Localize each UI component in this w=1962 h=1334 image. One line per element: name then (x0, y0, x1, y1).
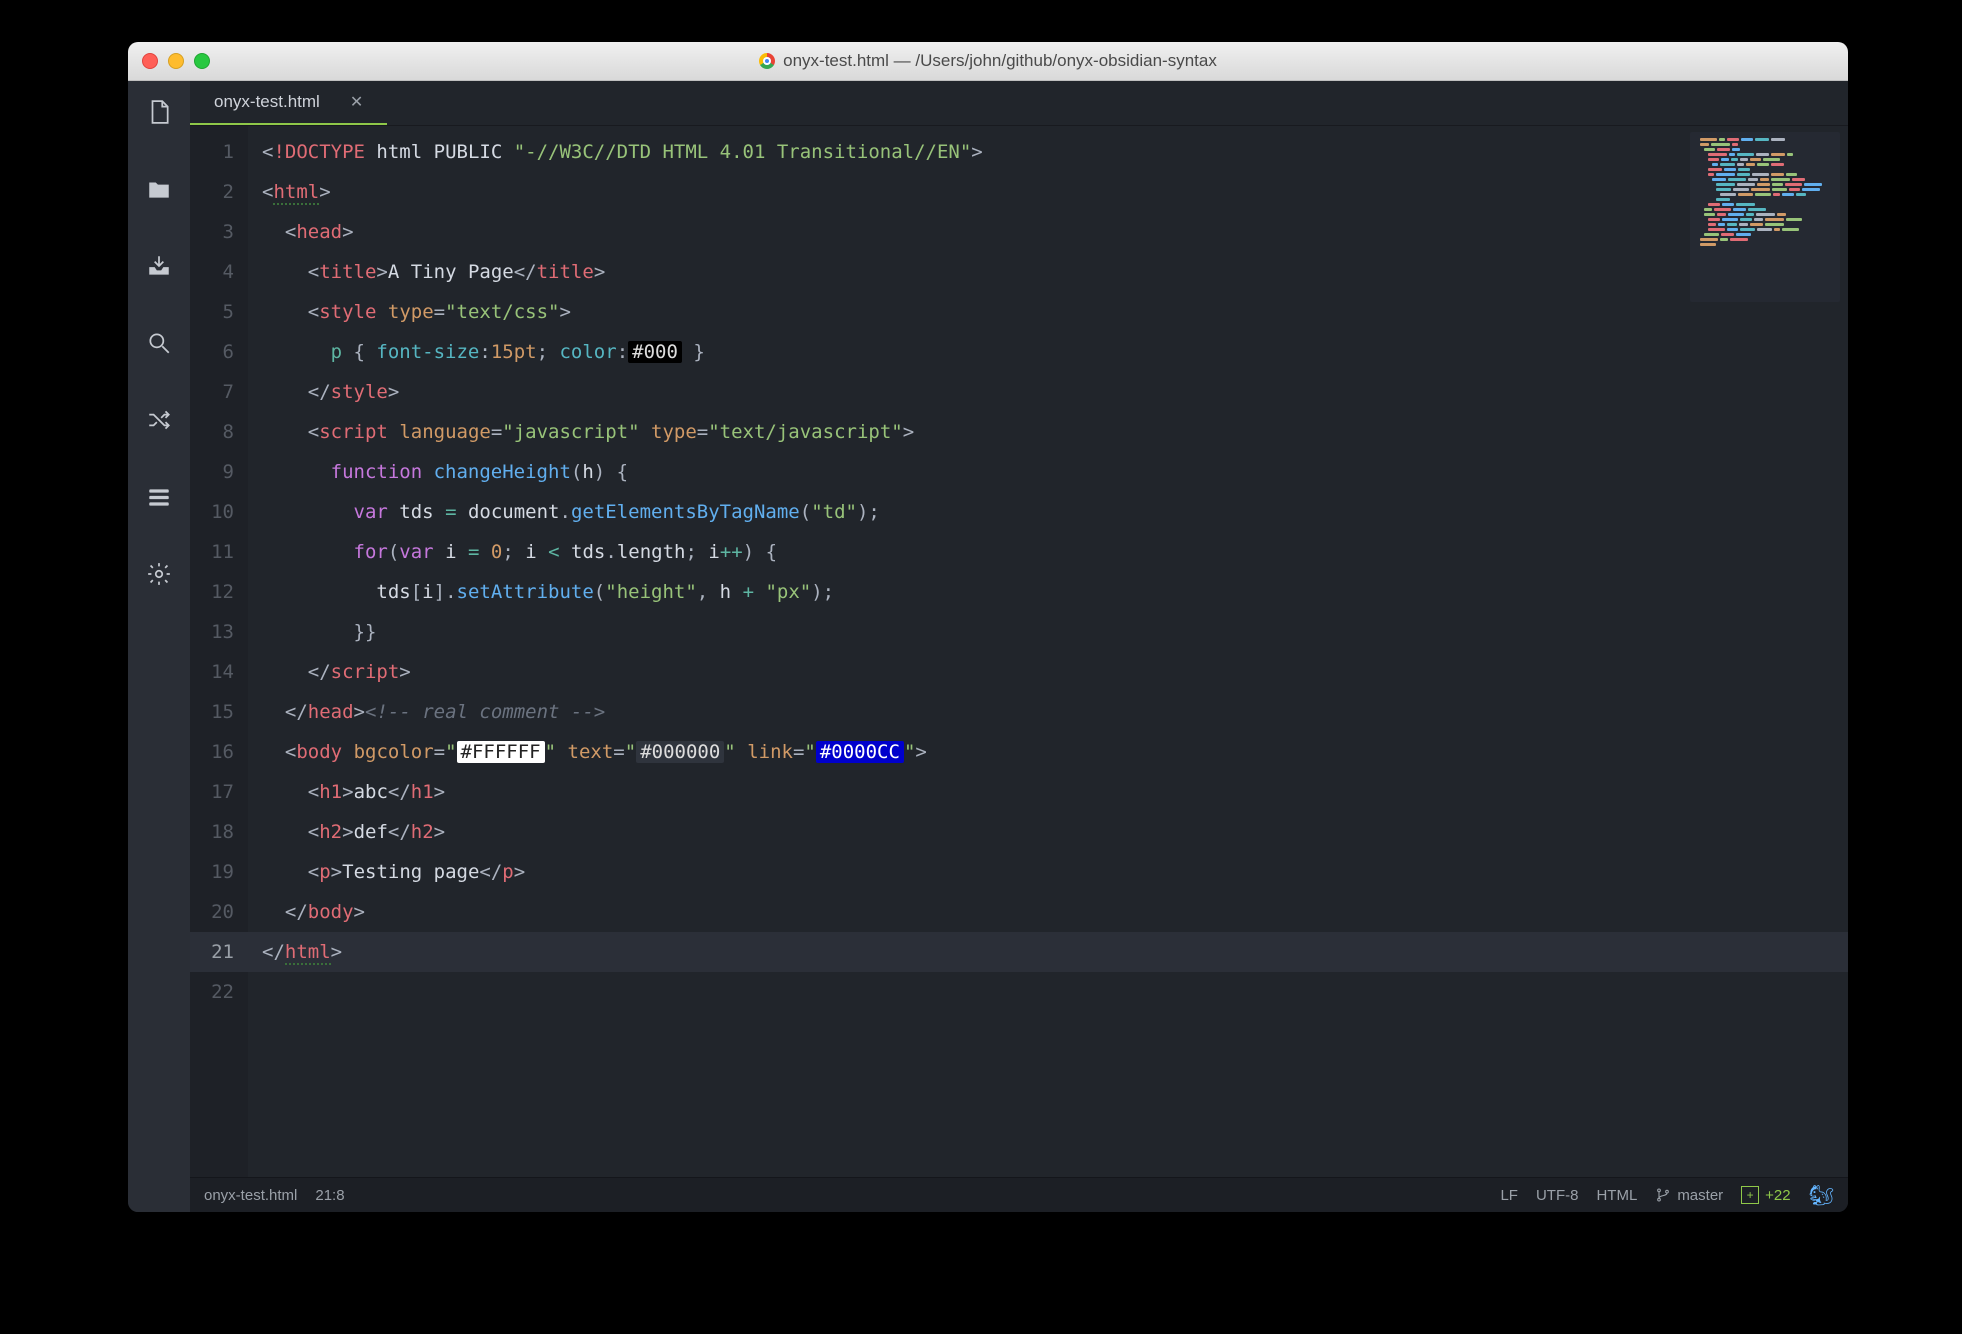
line-number: 8 (190, 412, 248, 452)
code-line[interactable]: <h2>def</h2> (262, 812, 1848, 852)
app-window: onyx-test.html — /Users/john/github/onyx… (128, 42, 1848, 1212)
line-number: 19 (190, 852, 248, 892)
git-branch[interactable]: master (1655, 1187, 1723, 1204)
code-line[interactable]: tds[i].setAttribute("height", h + "px"); (262, 572, 1848, 612)
code-line[interactable]: </html> (262, 932, 1848, 972)
file-icon[interactable] (146, 99, 172, 130)
code-line[interactable]: </style> (262, 372, 1848, 412)
code-line[interactable]: </head><!-- real comment --> (262, 692, 1848, 732)
line-number: 22 (190, 972, 248, 1012)
line-number: 21 (190, 932, 248, 972)
code-line[interactable]: </body> (262, 892, 1848, 932)
inbox-icon[interactable] (146, 253, 172, 284)
line-number: 7 (190, 372, 248, 412)
line-number: 2 (190, 172, 248, 212)
line-number: 9 (190, 452, 248, 492)
line-number: 17 (190, 772, 248, 812)
code-line[interactable]: </script> (262, 652, 1848, 692)
code-line[interactable]: var tds = document.getElementsByTagName(… (262, 492, 1848, 532)
tab-label: onyx-test.html (214, 92, 320, 112)
code-area[interactable]: <!DOCTYPE html PUBLIC "-//W3C//DTD HTML … (248, 126, 1848, 1177)
zoom-window-button[interactable] (194, 53, 210, 69)
squirrel-icon[interactable]: 🐿 (1809, 1183, 1834, 1208)
status-filename[interactable]: onyx-test.html (204, 1187, 297, 1204)
minimize-window-button[interactable] (168, 53, 184, 69)
line-number: 6 (190, 332, 248, 372)
line-number: 4 (190, 252, 248, 292)
folder-icon[interactable] (146, 176, 172, 207)
line-number: 12 (190, 572, 248, 612)
code-line[interactable]: <head> (262, 212, 1848, 252)
status-bar: onyx-test.html 21:8 LF UTF-8 HTML master… (190, 1177, 1848, 1212)
code-line[interactable]: <style type="text/css"> (262, 292, 1848, 332)
line-number: 3 (190, 212, 248, 252)
chrome-icon (759, 53, 775, 69)
git-changes[interactable]: + +22 (1741, 1186, 1790, 1204)
line-number: 14 (190, 652, 248, 692)
menu-icon[interactable] (146, 484, 172, 515)
titlebar: onyx-test.html — /Users/john/github/onyx… (128, 42, 1848, 81)
tab-onyx-test[interactable]: onyx-test.html ✕ (190, 81, 387, 125)
git-branch-icon (1655, 1187, 1671, 1203)
code-line[interactable]: function changeHeight(h) { (262, 452, 1848, 492)
tab-bar: onyx-test.html ✕ (190, 81, 1848, 126)
line-number: 1 (190, 132, 248, 172)
code-line[interactable]: <!DOCTYPE html PUBLIC "-//W3C//DTD HTML … (262, 132, 1848, 172)
line-number: 16 (190, 732, 248, 772)
line-number: 18 (190, 812, 248, 852)
traffic-lights (142, 53, 210, 69)
line-number: 15 (190, 692, 248, 732)
code-line[interactable] (262, 972, 1848, 1012)
line-number: 5 (190, 292, 248, 332)
status-cursor-position[interactable]: 21:8 (315, 1187, 344, 1204)
status-line-ending[interactable]: LF (1500, 1187, 1518, 1204)
code-line[interactable]: }} (262, 612, 1848, 652)
code-line[interactable]: for(var i = 0; i < tds.length; i++) { (262, 532, 1848, 572)
status-language[interactable]: HTML (1596, 1187, 1637, 1204)
status-encoding[interactable]: UTF-8 (1536, 1187, 1579, 1204)
close-tab-icon[interactable]: ✕ (350, 92, 363, 112)
line-number: 11 (190, 532, 248, 572)
code-line[interactable]: <html> (262, 172, 1848, 212)
code-line[interactable]: <p>Testing page</p> (262, 852, 1848, 892)
close-window-button[interactable] (142, 53, 158, 69)
git-branch-label: master (1677, 1187, 1723, 1204)
editor[interactable]: 12345678910111213141516171819202122 <!DO… (190, 126, 1848, 1177)
line-number: 13 (190, 612, 248, 652)
gear-icon[interactable] (146, 561, 172, 592)
code-line[interactable]: <script language="javascript" type="text… (262, 412, 1848, 452)
code-line[interactable]: <body bgcolor="#FFFFFF" text="#000000" l… (262, 732, 1848, 772)
line-number: 10 (190, 492, 248, 532)
line-number-gutter: 12345678910111213141516171819202122 (190, 126, 248, 1177)
git-add-icon: + (1741, 1186, 1759, 1204)
shuffle-icon[interactable] (146, 407, 172, 438)
activity-bar (128, 81, 190, 1212)
code-line[interactable]: <title>A Tiny Page</title> (262, 252, 1848, 292)
code-line[interactable]: p { font-size:15pt; color:#000 } (262, 332, 1848, 372)
search-icon[interactable] (146, 330, 172, 361)
git-changes-count: +22 (1765, 1187, 1790, 1204)
code-line[interactable]: <h1>abc</h1> (262, 772, 1848, 812)
window-title: onyx-test.html — /Users/john/github/onyx… (783, 51, 1217, 71)
line-number: 20 (190, 892, 248, 932)
